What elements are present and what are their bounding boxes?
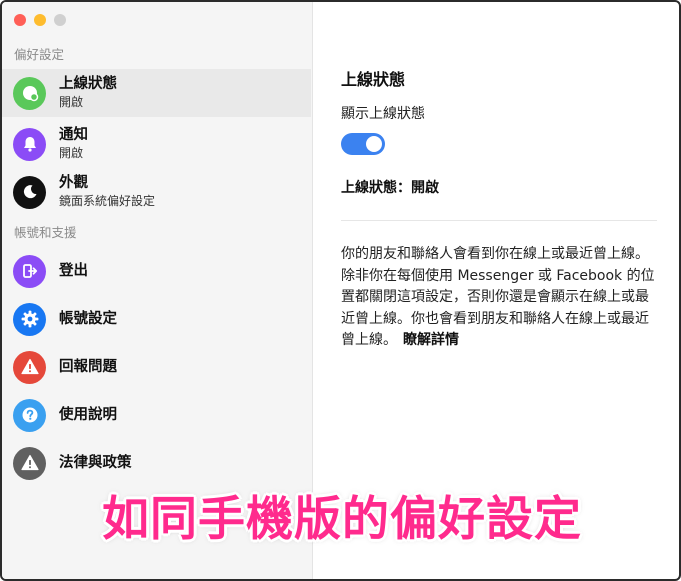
sidebar-item-help[interactable]: 使用說明 (2, 391, 311, 439)
sidebar-item-sub: 開啟 (59, 146, 84, 160)
learn-more-link[interactable]: 瞭解詳情 (403, 332, 459, 348)
status-dot-icon (13, 76, 46, 110)
sidebar-item-active-status[interactable]: 上線狀態 開啟 (2, 69, 311, 117)
moon-icon (13, 175, 46, 209)
toggle-label: 顯示上線狀態 (341, 106, 425, 122)
sidebar-item-account-settings[interactable]: 帳號設定 (2, 295, 311, 343)
close-button[interactable] (14, 14, 26, 26)
sidebar-item-notifications[interactable]: 通知 開啟 (2, 120, 311, 168)
sidebar-item-label: 帳號設定 (59, 310, 117, 327)
sidebar-item-appearance[interactable]: 外觀 鏡面系統偏好設定 (2, 168, 311, 216)
description: 你的朋友和聯絡人會看到你在線上或最近曾上線。除非你在每個使用 Messenger… (341, 244, 661, 352)
sidebar-item-label: 回報問題 (59, 358, 117, 375)
active-status-toggle[interactable] (341, 133, 385, 155)
section-header-account-support: 帳號和支援 (14, 225, 77, 240)
sidebar-item-label: 使用說明 (59, 406, 117, 423)
help-icon (13, 398, 46, 432)
toggle-knob (366, 136, 382, 152)
sidebar-item-label: 通知 (59, 127, 88, 143)
overlay-caption: 如同手機版的偏好設定 (102, 492, 582, 547)
description-text: 你的朋友和聯絡人會看到你在線上或最近曾上線。除非你在每個使用 Messenger… (341, 246, 655, 348)
section-header-preferences: 偏好設定 (14, 47, 65, 62)
warning-icon (13, 446, 46, 480)
sidebar-item-report-problem[interactable]: 回報問題 (2, 343, 311, 391)
page-title: 上線狀態 (341, 70, 406, 89)
minimize-button[interactable] (34, 14, 46, 26)
status-line: 上線狀態：開啟 (341, 180, 439, 196)
gear-icon (13, 302, 46, 336)
window-controls (14, 14, 66, 26)
sidebar-item-logout[interactable]: 登出 (2, 247, 311, 295)
divider (341, 220, 657, 221)
logout-icon (13, 254, 46, 288)
app-window: 偏好設定 上線狀態 開啟 通知 開啟 外觀 鏡面系統偏好設定 帳號和支援 登出 … (0, 0, 681, 581)
warning-icon (13, 350, 46, 384)
sidebar-item-label: 外觀 (59, 175, 88, 191)
bell-icon (13, 127, 46, 161)
zoom-button[interactable] (54, 14, 66, 26)
sidebar-item-sub: 鏡面系統偏好設定 (59, 194, 156, 208)
sidebar-item-label: 上線狀態 (59, 76, 117, 92)
sidebar-item-sub: 開啟 (59, 95, 84, 109)
sidebar-item-label: 法律與政策 (59, 454, 132, 471)
sidebar-item-label: 登出 (59, 262, 88, 279)
